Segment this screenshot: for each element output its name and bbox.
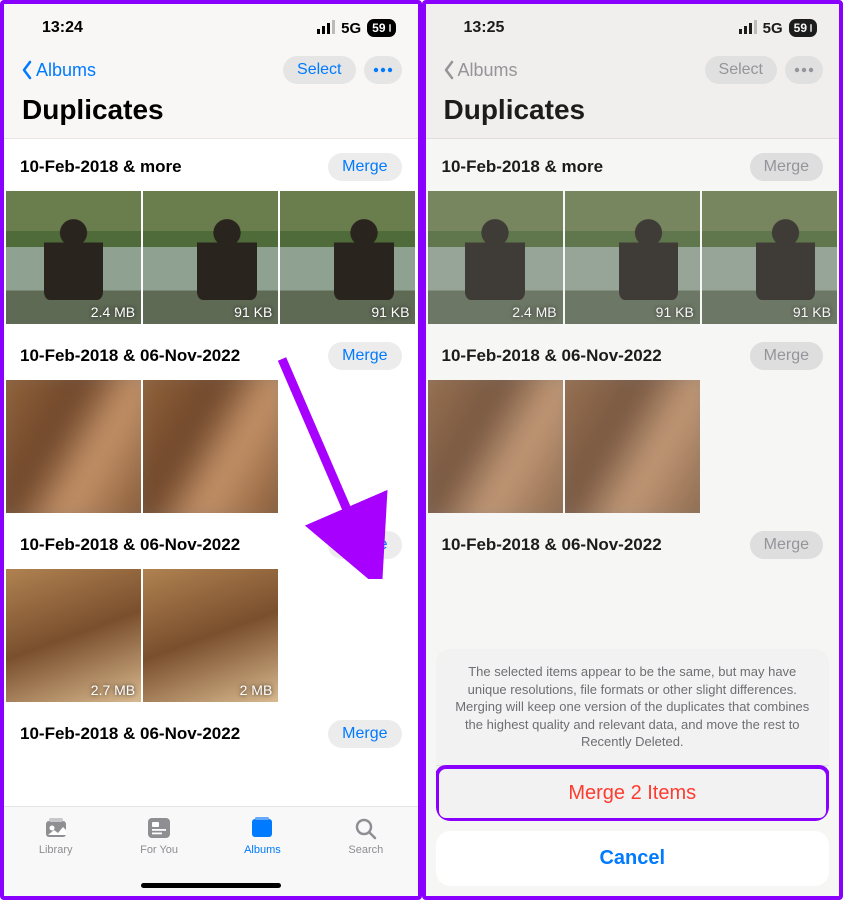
merge-button[interactable]: Merge bbox=[328, 153, 401, 181]
status-time: 13:24 bbox=[42, 19, 83, 37]
albums-icon bbox=[248, 815, 276, 841]
thumb-row: 2.4 MB 91 KB 91 KB bbox=[4, 191, 418, 324]
thumbnail[interactable]: 91 KB bbox=[280, 191, 415, 324]
group-title: 10-Feb-2018 & more bbox=[20, 157, 182, 177]
select-button[interactable]: Select bbox=[283, 56, 355, 84]
phone-left: 13:24 5G 59 Albums Select Duplicates bbox=[0, 0, 422, 900]
nav-bar: Albums Select bbox=[4, 52, 418, 94]
group-title: 10-Feb-2018 & 06-Nov-2022 bbox=[20, 724, 240, 744]
tab-foryou[interactable]: For You bbox=[107, 815, 210, 856]
status-bar: 13:24 5G 59 bbox=[4, 4, 418, 52]
page-title: Duplicates bbox=[4, 94, 418, 138]
group-header: 10-Feb-2018 & more Merge bbox=[4, 139, 418, 191]
cancel-button[interactable]: Cancel bbox=[436, 831, 830, 886]
thumbnail[interactable]: 2 MB bbox=[143, 569, 278, 702]
phone-right: 13:25 5G 59 Albums Select Duplicates bbox=[422, 0, 843, 900]
group-header: 10-Feb-2018 & 06-Nov-2022 Merge bbox=[4, 702, 418, 758]
back-button[interactable]: Albums bbox=[20, 60, 96, 81]
thumbnail[interactable]: 2.7 MB bbox=[6, 569, 141, 702]
group-title: 10-Feb-2018 & 06-Nov-2022 bbox=[20, 535, 240, 555]
tab-bar: Library For You Albums Search bbox=[4, 806, 418, 896]
more-button[interactable] bbox=[364, 56, 402, 84]
library-icon bbox=[42, 815, 70, 841]
group-title: 10-Feb-2018 & 06-Nov-2022 bbox=[20, 346, 240, 366]
group-header: 10-Feb-2018 & 06-Nov-2022 Merge bbox=[4, 324, 418, 380]
duplicates-list[interactable]: 10-Feb-2018 & more Merge 2.4 MB 91 KB 91… bbox=[4, 139, 418, 896]
signal-icon bbox=[317, 22, 335, 34]
merge-button[interactable]: Merge bbox=[328, 720, 401, 748]
merge-button[interactable]: Merge bbox=[328, 531, 401, 559]
thumb-row bbox=[4, 380, 418, 513]
status-network: 5G bbox=[341, 20, 361, 37]
thumbnail[interactable] bbox=[143, 380, 278, 513]
search-icon bbox=[352, 815, 380, 841]
back-label: Albums bbox=[36, 60, 96, 81]
thumb-row: 2.7 MB 2 MB bbox=[4, 569, 418, 702]
action-sheet: The selected items appear to be the same… bbox=[436, 649, 830, 886]
thumbnail[interactable] bbox=[6, 380, 141, 513]
thumbnail[interactable]: 91 KB bbox=[143, 191, 278, 324]
thumbnail[interactable]: 2.4 MB bbox=[6, 191, 141, 324]
group-header: 10-Feb-2018 & 06-Nov-2022 Merge bbox=[4, 513, 418, 569]
foryou-icon bbox=[145, 815, 173, 841]
home-indicator[interactable] bbox=[141, 883, 281, 888]
merge-button[interactable]: Merge bbox=[328, 342, 401, 370]
tab-library[interactable]: Library bbox=[4, 815, 107, 856]
tab-albums[interactable]: Albums bbox=[211, 815, 314, 856]
battery-icon: 59 bbox=[367, 19, 395, 37]
ellipsis-icon bbox=[373, 67, 393, 73]
chevron-left-icon bbox=[20, 60, 34, 80]
action-sheet-message: The selected items appear to be the same… bbox=[436, 649, 830, 766]
merge-confirm-button[interactable]: Merge 2 Items bbox=[436, 766, 830, 821]
tab-search[interactable]: Search bbox=[314, 815, 417, 856]
